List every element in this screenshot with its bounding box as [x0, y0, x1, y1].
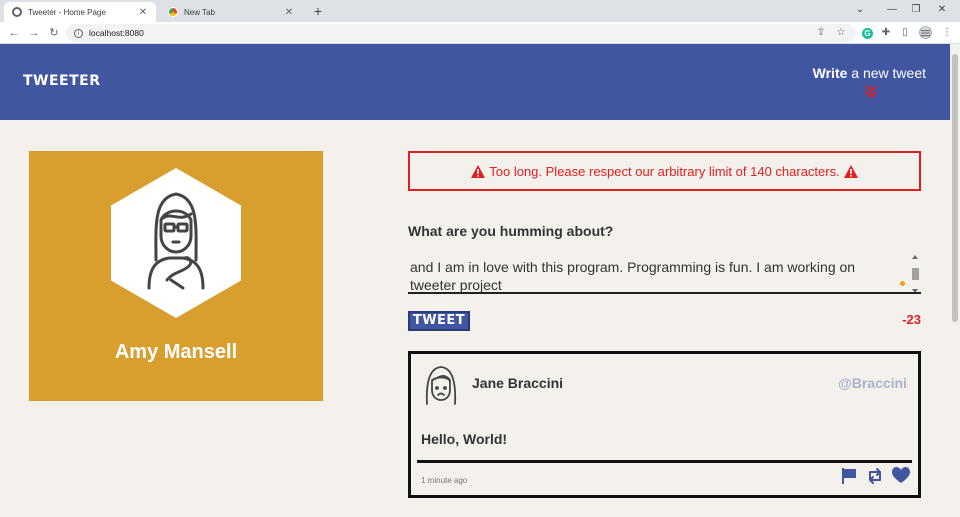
close-window-icon[interactable]: ✕	[934, 3, 950, 17]
write-rest-text: a new tweet	[847, 65, 926, 81]
tweet-timestamp: 1 minute ago	[421, 476, 468, 485]
retweet-icon[interactable]	[866, 467, 884, 485]
page-scrollbar[interactable]	[950, 44, 960, 517]
page-viewport: TWEETER Write a new tweet Amy Mansell To…	[0, 44, 950, 517]
compose-label: What are you humming about?	[408, 223, 614, 239]
tweet-author-handle: @Braccini	[838, 375, 907, 391]
profile-name: Amy Mansell	[114, 341, 238, 363]
flag-icon[interactable]	[840, 467, 858, 485]
write-new-tweet-link[interactable]: Write a new tweet	[813, 65, 926, 81]
back-icon[interactable]: ←	[6, 25, 22, 41]
tab-close-icon[interactable]: ✕	[136, 7, 150, 18]
info-icon[interactable]: i	[74, 28, 83, 38]
tweet-author-name: Jane Braccini	[472, 375, 564, 391]
grammarly-status-dot[interactable]	[900, 281, 905, 286]
bookmark-star-icon[interactable]: ☆	[834, 26, 848, 40]
tweet-divider	[417, 460, 912, 463]
browser-toolbar: ← → ↻ i localhost:8080 ⇪ ☆ G ✚ ▯ ⋮	[0, 22, 960, 44]
reload-icon[interactable]: ↻	[46, 25, 62, 41]
heart-icon[interactable]	[892, 467, 910, 485]
tweet-textarea[interactable]: and I am in love with this program. Prog…	[408, 250, 921, 294]
textarea-scrollbar[interactable]	[911, 255, 920, 292]
tab-title: Tweeter - Home Page	[28, 7, 106, 17]
tweet-textarea-text: and I am in love with this program. Prog…	[410, 259, 856, 293]
forward-icon[interactable]: →	[26, 25, 42, 41]
profile-avatar	[111, 168, 241, 318]
chrome-icon	[168, 7, 178, 17]
share-icon[interactable]: ⇪	[814, 26, 828, 40]
page-scrollbar-thumb[interactable]	[952, 54, 958, 322]
tweet-body: Hello, World!	[421, 431, 508, 447]
tab-new-tab[interactable]: New Tab ✕	[160, 2, 302, 22]
extensions-icon[interactable]: ✚	[879, 26, 893, 40]
write-bold-text: Write	[812, 65, 848, 81]
brand-logo[interactable]: TWEETER	[23, 73, 101, 89]
tab-title: New Tab	[184, 7, 215, 17]
globe-icon	[12, 7, 22, 17]
grammarly-icon[interactable]: G	[862, 28, 873, 39]
browser-tabstrip: Tweeter - Home Page ✕ New Tab ✕ + ⌄ — ❐ …	[0, 0, 960, 22]
profile-card: Amy Mansell	[29, 151, 323, 401]
character-counter: -23	[902, 312, 921, 327]
tweet-actions	[840, 467, 910, 485]
address-bar[interactable]: i localhost:8080	[66, 24, 856, 42]
tab-search-icon[interactable]: ⌄	[852, 3, 868, 17]
profile-avatar-icon[interactable]	[918, 26, 932, 40]
new-tab-button[interactable]: +	[310, 3, 326, 19]
tab-close-icon[interactable]: ✕	[282, 7, 296, 18]
warning-icon	[843, 164, 858, 178]
tweet-card: Jane Braccini @Braccini Hello, World! 1 …	[408, 351, 921, 498]
warning-icon	[471, 164, 486, 178]
site-navbar: TWEETER Write a new tweet	[0, 44, 950, 120]
tweet-avatar	[425, 366, 457, 405]
tweet-submit-button[interactable]: TWEET	[408, 311, 470, 331]
url-text: localhost:8080	[89, 28, 144, 38]
error-banner: Too long. Please respect our arbitrary l…	[408, 151, 921, 191]
minimize-icon[interactable]: —	[884, 3, 900, 17]
tab-tweeter-home[interactable]: Tweeter - Home Page ✕	[4, 2, 156, 22]
browser-menu-icon[interactable]: ⋮	[940, 26, 954, 40]
error-message: Too long. Please respect our arbitrary l…	[489, 163, 840, 179]
sidebar-icon[interactable]: ▯	[898, 26, 912, 40]
double-chevron-down-icon[interactable]	[864, 84, 878, 100]
restore-icon[interactable]: ❐	[908, 3, 924, 17]
